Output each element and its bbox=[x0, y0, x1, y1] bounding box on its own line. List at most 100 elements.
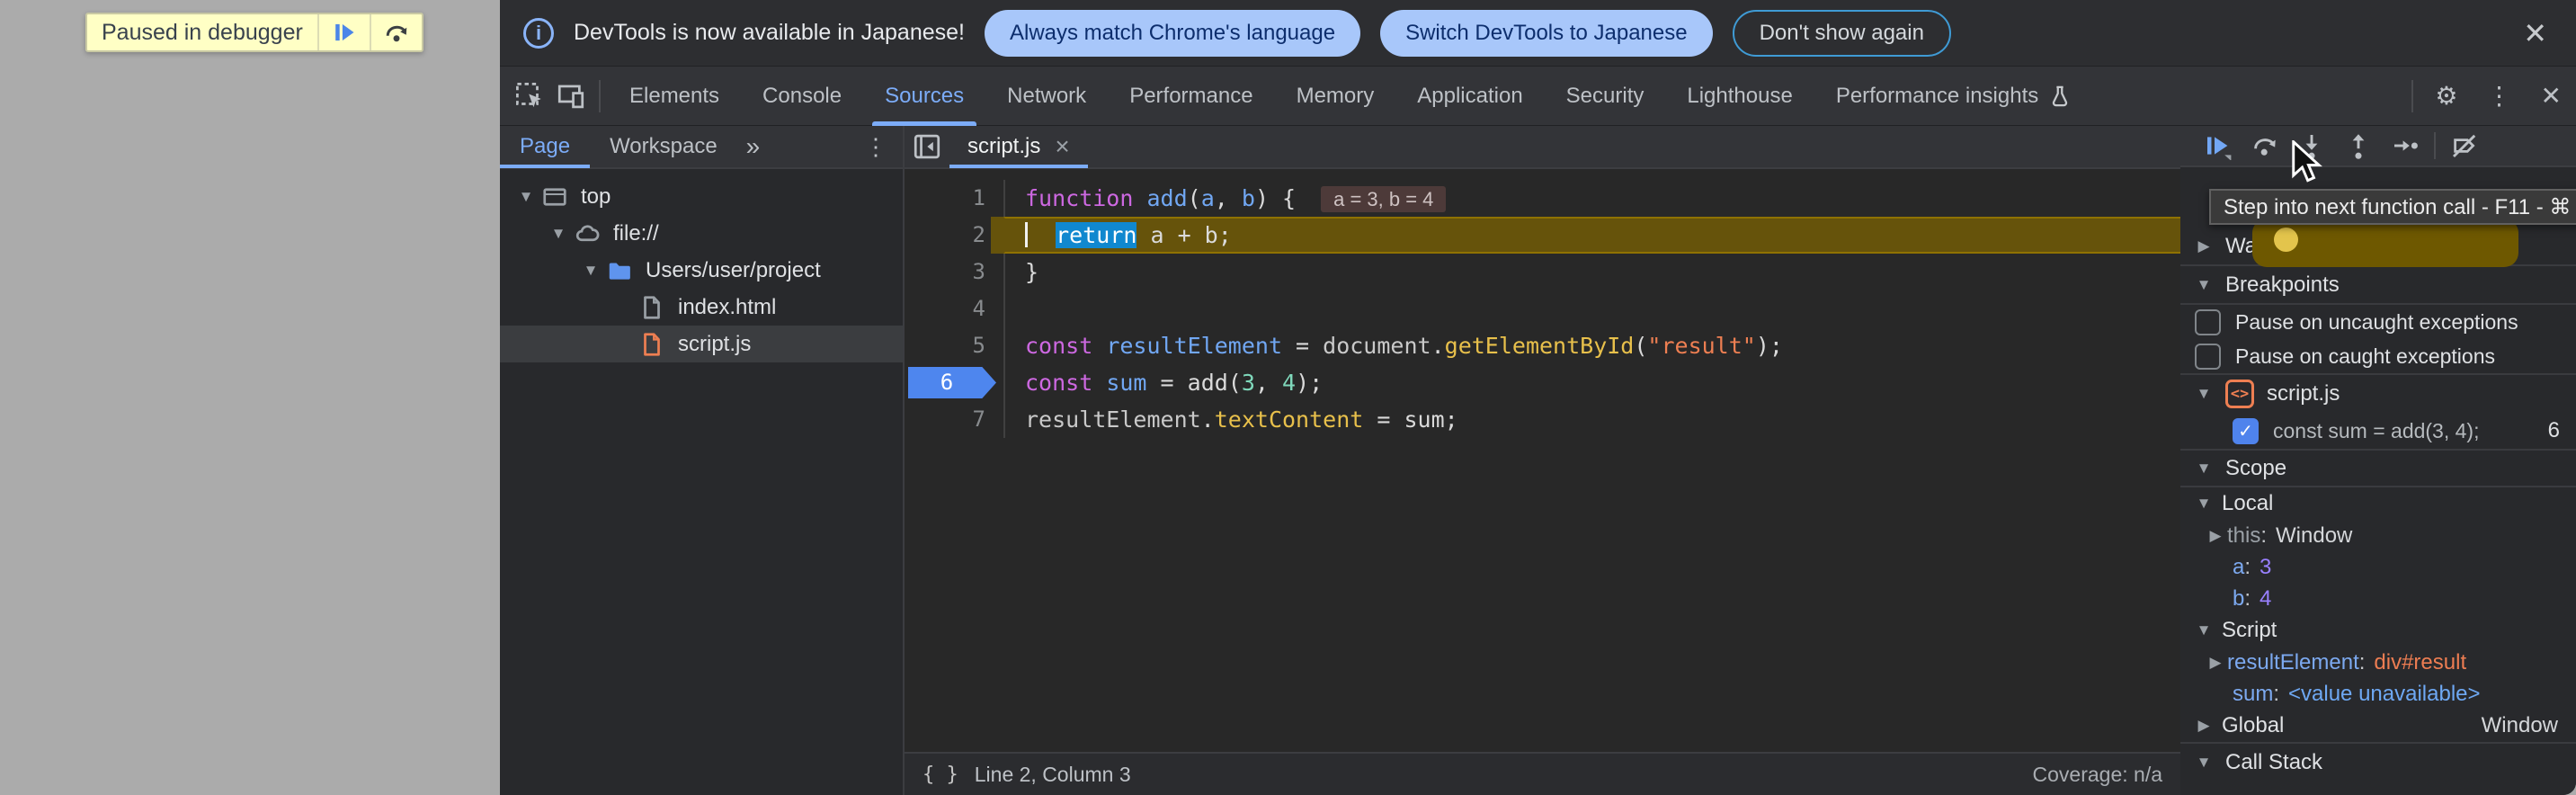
code-text[interactable]: resultElement.textContent = sum; bbox=[1003, 401, 2180, 438]
scope-var-sum[interactable]: sum:<value unavailable> bbox=[2180, 678, 2576, 710]
close-notification-icon[interactable]: ✕ bbox=[2518, 16, 2553, 50]
checkbox-unchecked[interactable] bbox=[2195, 309, 2221, 335]
breakpoint-marker[interactable]: 6 bbox=[908, 367, 996, 398]
code-line-3[interactable]: 3} bbox=[905, 254, 2180, 290]
option-pause-on-uncaught-exceptions[interactable]: Pause on uncaught exceptions bbox=[2180, 305, 2576, 339]
resume-script-button[interactable] bbox=[319, 14, 370, 50]
tree-item-script-js[interactable]: script.js bbox=[500, 326, 903, 362]
line-number-5[interactable]: 5 bbox=[905, 327, 1003, 364]
step-over-button[interactable] bbox=[371, 14, 422, 50]
line-number-7[interactable]: 7 bbox=[905, 401, 1003, 438]
option-pause-on-caught-exceptions[interactable]: Pause on caught exceptions bbox=[2180, 339, 2576, 373]
line-number-1[interactable]: 1 bbox=[905, 180, 1003, 217]
code-line-2[interactable]: 2 return a + b; bbox=[905, 217, 2180, 254]
code-line-4[interactable]: 4 bbox=[905, 290, 2180, 327]
editor-tab-scriptjs[interactable]: script.js × bbox=[949, 125, 1088, 168]
scope-var-this[interactable]: ▶this:Window bbox=[2180, 520, 2576, 551]
section-call-stack[interactable]: ▼ Call Stack bbox=[2180, 744, 2576, 782]
code-area[interactable]: 1function add(a, b) {a = 3, b = 42 retur… bbox=[905, 169, 2180, 752]
scope-var-resultelement[interactable]: ▶resultElement:div#result bbox=[2180, 647, 2576, 678]
code-text[interactable]: const resultElement = document.getElemen… bbox=[1003, 327, 2180, 364]
breakpoint-entry[interactable]: ✓const sum = add(3, 4);6 bbox=[2180, 413, 2576, 449]
code-text[interactable]: const sum = add(3, 4); bbox=[1003, 364, 2180, 401]
main-tab-bar: ElementsConsoleSourcesNetworkPerformance… bbox=[500, 67, 2576, 126]
settings-gear-icon[interactable]: ⚙ bbox=[2420, 81, 2472, 111]
paused-in-debugger-banner: Paused in debugger bbox=[85, 13, 423, 52]
section-scope[interactable]: ▼ Scope bbox=[2180, 451, 2576, 486]
code-line-5[interactable]: 5const resultElement = document.getEleme… bbox=[905, 327, 2180, 364]
cursor-position-label: Line 2, Column 3 bbox=[975, 763, 1131, 787]
close-devtools-icon[interactable]: ✕ bbox=[2527, 81, 2576, 111]
line-number-4[interactable]: 4 bbox=[905, 290, 1003, 327]
code-line-1[interactable]: 1function add(a, b) {a = 3, b = 4 bbox=[905, 180, 2180, 217]
toggle-device-toolbar-button[interactable] bbox=[550, 76, 592, 117]
tab-lighthouse[interactable]: Lighthouse bbox=[1665, 67, 1814, 126]
line-number-6[interactable]: 6 bbox=[905, 364, 1003, 401]
scope-section-global[interactable]: ▶GlobalWindow bbox=[2180, 710, 2576, 742]
code-text[interactable]: } bbox=[1003, 254, 2180, 290]
code-text[interactable]: function add(a, b) {a = 3, b = 4 bbox=[1003, 180, 2180, 217]
checkbox-unchecked[interactable] bbox=[2195, 344, 2221, 370]
device-toolbar-icon bbox=[556, 81, 586, 112]
code-line-7[interactable]: 7resultElement.textContent = sum; bbox=[905, 401, 2180, 438]
more-tabs-icon[interactable]: » bbox=[737, 132, 770, 161]
tab-memory[interactable]: Memory bbox=[1275, 67, 1396, 126]
code-text[interactable]: return a + b; bbox=[1003, 217, 2180, 254]
pretty-print-icon[interactable]: { } bbox=[923, 764, 958, 786]
step-out-button[interactable] bbox=[2335, 126, 2382, 166]
file-tree: ▼top▼file://▼Users/user/projectindex.htm… bbox=[500, 169, 903, 362]
tab-network[interactable]: Network bbox=[985, 67, 1108, 126]
close-tab-icon[interactable]: × bbox=[1055, 132, 1069, 161]
line-number-3[interactable]: 3 bbox=[905, 254, 1003, 290]
deactivate-breakpoints-button[interactable] bbox=[2441, 126, 2488, 166]
tree-item-file[interactable]: ▼file:// bbox=[500, 215, 903, 252]
tree-item-top[interactable]: ▼top bbox=[500, 178, 903, 215]
breakpoint-code: const sum = add(3, 4); bbox=[2273, 419, 2534, 443]
chevron-down-icon: ▼ bbox=[2195, 385, 2213, 403]
dont-show-again-button[interactable]: Don't show again bbox=[1733, 10, 1951, 57]
scope-var-a[interactable]: a:3 bbox=[2180, 551, 2576, 583]
step-button[interactable] bbox=[2382, 126, 2429, 166]
tab-security[interactable]: Security bbox=[1545, 67, 1666, 126]
tab-console[interactable]: Console bbox=[741, 67, 863, 126]
tab-performance[interactable]: Performance bbox=[1108, 67, 1274, 126]
breakpoint-entries: ✓const sum = add(3, 4);6 bbox=[2180, 413, 2576, 449]
scope-var-b[interactable]: b:4 bbox=[2180, 583, 2576, 614]
tab-application[interactable]: Application bbox=[1395, 67, 1544, 126]
step-out-icon bbox=[2344, 131, 2373, 160]
line-number-2[interactable]: 2 bbox=[905, 217, 1003, 254]
scope-section-local[interactable]: ▼Local bbox=[2180, 487, 2576, 520]
tab-sources[interactable]: Sources bbox=[863, 67, 985, 126]
chevron-down-icon: ▼ bbox=[2195, 754, 2213, 772]
tree-item-index-html[interactable]: index.html bbox=[500, 289, 903, 326]
code-line-6[interactable]: 6const sum = add(3, 4); bbox=[905, 364, 2180, 401]
collapse-sidebar-button[interactable] bbox=[905, 125, 949, 168]
breakpoint-file-group[interactable]: ▼ <> script.js bbox=[2180, 375, 2576, 413]
chevron-right-icon: ▶ bbox=[2195, 237, 2213, 255]
section-breakpoints[interactable]: ▼ Breakpoints bbox=[2180, 266, 2576, 303]
devtools-body: Page Workspace » ⋮ ▼top▼file://▼Users/us… bbox=[500, 126, 2576, 795]
code-text[interactable] bbox=[1003, 290, 2180, 327]
inspect-element-button[interactable] bbox=[509, 76, 550, 117]
paused-on-breakpoint-bar bbox=[2252, 219, 2518, 267]
step-over-button[interactable] bbox=[2242, 126, 2288, 166]
tab-workspace[interactable]: Workspace bbox=[590, 125, 737, 168]
tab-performance-insights[interactable]: Performance insights bbox=[1814, 67, 2094, 126]
always-match-language-button[interactable]: Always match Chrome's language bbox=[985, 10, 1360, 57]
deactivate-breakpoints-icon bbox=[2450, 131, 2479, 160]
more-options-kebab-icon[interactable]: ⋮ bbox=[2473, 81, 2527, 111]
tab-elements[interactable]: Elements bbox=[608, 67, 741, 126]
step-into-tooltip: Step into next function call - F11 - ⌘ ; bbox=[2209, 189, 2576, 225]
resume-script-execution-button[interactable] bbox=[2195, 126, 2242, 166]
inline-eval-widget: a = 3, b = 4 bbox=[1321, 186, 1446, 212]
switch-to-japanese-button[interactable]: Switch DevTools to Japanese bbox=[1380, 10, 1713, 57]
flask-icon bbox=[2047, 84, 2072, 109]
scope-section-script[interactable]: ▼Script bbox=[2180, 614, 2576, 647]
navigator-menu-kebab-icon[interactable]: ⋮ bbox=[850, 133, 903, 161]
text-caret bbox=[1025, 222, 1028, 247]
tree-item-users-user-project[interactable]: ▼Users/user/project bbox=[500, 252, 903, 289]
checkbox-checked[interactable]: ✓ bbox=[2233, 418, 2259, 444]
resume-icon bbox=[332, 20, 357, 45]
tab-page[interactable]: Page bbox=[500, 125, 590, 168]
collapse-panel-icon bbox=[912, 131, 942, 162]
